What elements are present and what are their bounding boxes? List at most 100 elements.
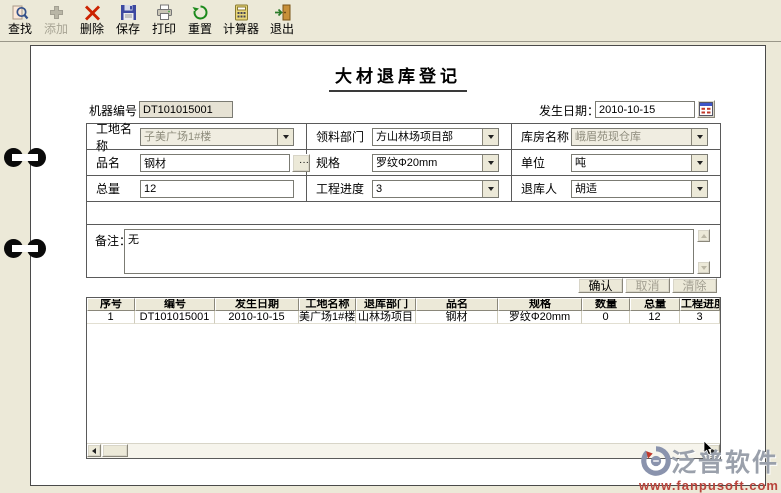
remarks-section: 备注： 无 xyxy=(87,224,720,277)
machine-no-input[interactable] xyxy=(139,101,233,118)
plus-icon xyxy=(48,4,65,21)
col-header-code[interactable]: 编号 xyxy=(135,298,215,311)
product-label: 品名 xyxy=(96,154,140,171)
total-input[interactable] xyxy=(140,180,294,198)
date-input[interactable] xyxy=(595,101,695,118)
chevron-left-icon xyxy=(92,448,96,454)
department-label: 领料部门 xyxy=(316,128,372,145)
scrollbar-thumb[interactable] xyxy=(102,444,128,457)
unit-dropdown-button[interactable] xyxy=(691,155,707,171)
remarks-textarea[interactable]: 无 xyxy=(124,229,694,274)
progress-combobox[interactable]: 3 xyxy=(372,180,499,198)
col-header-site[interactable]: 工地名称 xyxy=(299,298,356,311)
action-button-row: 确认 取消 清除 xyxy=(86,278,721,294)
col-header-date[interactable]: 发生日期 xyxy=(215,298,299,311)
delete-button[interactable]: 删除 xyxy=(74,2,110,38)
mouse-cursor xyxy=(703,441,714,456)
print-label: 打印 xyxy=(152,22,176,36)
chevron-down-icon xyxy=(488,161,494,165)
save-label: 保存 xyxy=(116,22,140,36)
chevron-down-icon xyxy=(488,187,494,191)
form-page: 大材退库登记 机器编号： 发生日期： 工地名称 子美广场1#楼 领料部门 xyxy=(30,45,766,486)
unit-combobox[interactable]: 吨 xyxy=(571,154,708,172)
search-icon xyxy=(12,4,29,21)
col-header-dept[interactable]: 退库部门 xyxy=(356,298,416,311)
site-dropdown-button[interactable] xyxy=(277,129,293,145)
watermark-url: www.fanpusoft.com xyxy=(639,479,779,493)
warehouse-label: 库房名称 xyxy=(521,128,571,145)
returner-field: 退库人 胡适 xyxy=(512,176,720,202)
binder-ring-top xyxy=(4,148,46,167)
save-button[interactable]: 保存 xyxy=(110,2,146,38)
calculator-button[interactable]: 计算器 xyxy=(218,2,264,38)
site-label: 工地名称 xyxy=(96,120,140,154)
fanpu-logo-icon xyxy=(641,446,671,476)
chevron-down-icon xyxy=(488,135,494,139)
toolbar: 查找 添加 删除 保存 打印 重置 计算器 退出 xyxy=(0,0,781,42)
reset-label: 重置 xyxy=(188,22,212,36)
clear-button: 清除 xyxy=(672,278,717,293)
warehouse-dropdown-button[interactable] xyxy=(691,129,707,145)
returner-dropdown-button[interactable] xyxy=(691,181,707,197)
delete-x-icon xyxy=(84,4,101,21)
form-fields-box: 工地名称 子美广场1#楼 领料部门 方山林场项目部 库房名称 xyxy=(86,123,721,278)
spec-dropdown-button[interactable] xyxy=(482,155,498,171)
col-header-progress[interactable]: 工程进度 xyxy=(680,298,720,311)
form-grid: 工地名称 子美广场1#楼 领料部门 方山林场项目部 库房名称 xyxy=(87,124,720,202)
page-title: 大材退库登记 xyxy=(329,62,467,92)
spec-field: 规格 罗纹Φ20mm xyxy=(307,150,512,176)
site-combobox[interactable]: 子美广场1#楼 xyxy=(140,128,294,146)
warehouse-field: 库房名称 峨眉苑现仓库 xyxy=(512,124,720,150)
reset-arrow-icon xyxy=(192,4,209,21)
progress-field: 工程进度 3 xyxy=(307,176,512,202)
returner-combobox[interactable]: 胡适 xyxy=(571,180,708,198)
department-dropdown-button[interactable] xyxy=(482,129,498,145)
col-header-qty[interactable]: 数量 xyxy=(582,298,630,311)
progress-label: 工程进度 xyxy=(316,180,372,197)
table-row[interactable]: 1 DT101015001 2010-10-15 美广场1#楼 山林场项目 钢材… xyxy=(87,311,720,324)
scroll-up-button[interactable] xyxy=(697,229,710,242)
returner-label: 退库人 xyxy=(521,180,571,197)
confirm-button[interactable]: 确认 xyxy=(578,278,623,293)
chevron-down-icon xyxy=(697,135,703,139)
total-label: 总量 xyxy=(96,180,140,197)
calculator-icon xyxy=(233,4,250,21)
calculator-label: 计算器 xyxy=(223,22,259,36)
spec-combobox[interactable]: 罗纹Φ20mm xyxy=(372,154,499,172)
col-header-seq[interactable]: 序号 xyxy=(87,298,135,311)
exit-door-icon xyxy=(274,4,291,21)
exit-button[interactable]: 退出 xyxy=(264,2,300,38)
chevron-down-icon xyxy=(697,161,703,165)
total-field: 总量 xyxy=(87,176,307,202)
chevron-down-icon xyxy=(697,187,703,191)
unit-label: 单位 xyxy=(521,154,571,171)
warehouse-combobox[interactable]: 峨眉苑现仓库 xyxy=(571,128,708,146)
product-field: 品名 ··· xyxy=(87,150,307,176)
add-label: 添加 xyxy=(44,22,68,36)
printer-icon xyxy=(156,4,173,21)
department-combobox[interactable]: 方山林场项目部 xyxy=(372,128,499,146)
find-button[interactable]: 查找 xyxy=(2,2,38,38)
col-header-total[interactable]: 总量 xyxy=(630,298,680,311)
product-input[interactable] xyxy=(140,154,290,172)
print-button[interactable]: 打印 xyxy=(146,2,182,38)
calendar-icon xyxy=(699,102,713,116)
progress-dropdown-button[interactable] xyxy=(482,181,498,197)
find-label: 查找 xyxy=(8,22,32,36)
binder-ring-bottom xyxy=(4,239,46,258)
col-header-product[interactable]: 品名 xyxy=(416,298,498,311)
reset-button[interactable]: 重置 xyxy=(182,2,218,38)
col-header-spec[interactable]: 规格 xyxy=(498,298,582,311)
site-field: 工地名称 子美广场1#楼 xyxy=(87,124,307,150)
horizontal-scrollbar[interactable] xyxy=(87,443,720,458)
date-picker-button[interactable] xyxy=(697,100,715,118)
remarks-scrollbar xyxy=(697,229,711,274)
table-header-row: 序号 编号 发生日期 工地名称 退库部门 品名 规格 数量 总量 工程进度 xyxy=(87,298,720,311)
spec-label: 规格 xyxy=(316,154,372,171)
scroll-left-button[interactable] xyxy=(87,444,101,457)
app-window: 查找 添加 删除 保存 打印 重置 计算器 退出 xyxy=(0,0,781,493)
scroll-down-button[interactable] xyxy=(697,261,710,274)
unit-field: 单位 吨 xyxy=(512,150,720,176)
add-button: 添加 xyxy=(38,2,74,38)
delete-label: 删除 xyxy=(80,22,104,36)
